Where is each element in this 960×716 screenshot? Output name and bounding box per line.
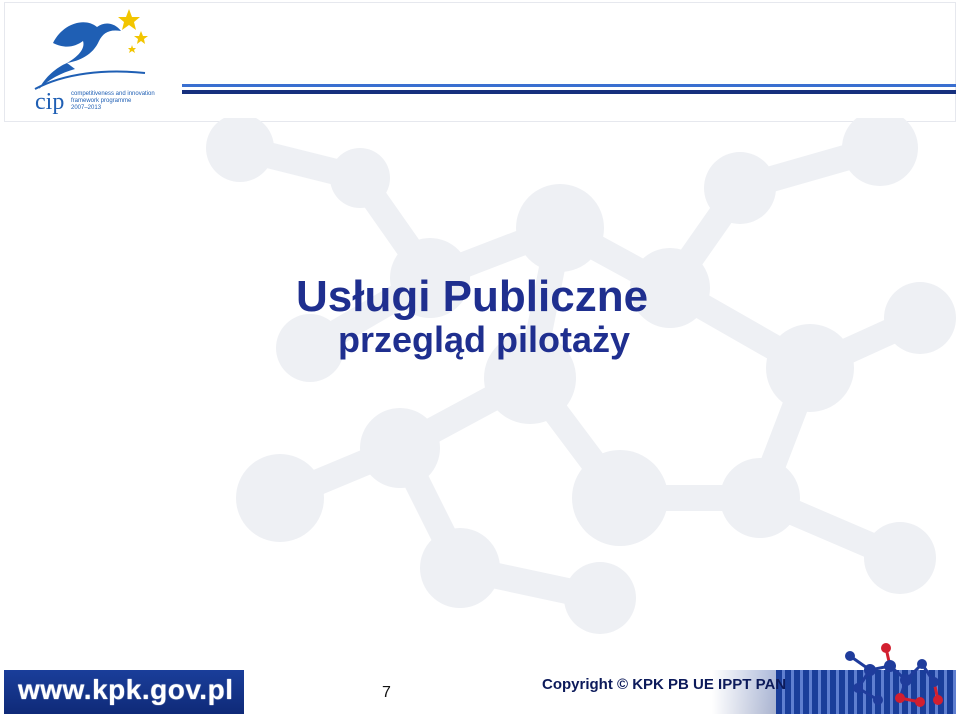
kpk-network-logo-icon <box>845 643 943 707</box>
header-lines <box>182 84 956 94</box>
slide-subtitle: przegląd pilotaży <box>338 319 631 360</box>
copyright-text: Copyright © KPK PB UE IPPT PAN <box>542 676 787 693</box>
slide-title: Usługi Publiczne <box>296 272 649 321</box>
cip-logo-icon: cip competitiveness and innovation frame… <box>34 9 155 115</box>
page-number: 7 <box>382 684 391 701</box>
cip-wordmark: cip <box>35 89 64 115</box>
svg-text:competitiveness and innovation: competitiveness and innovation <box>71 91 155 97</box>
svg-text:2007–2013: 2007–2013 <box>71 105 102 111</box>
svg-text:framework programme: framework programme <box>71 98 132 104</box>
cip-logo: cip competitiveness and innovation frame… <box>5 3 181 121</box>
background-network-graphic <box>206 118 956 634</box>
slide: cip competitiveness and innovation frame… <box>0 0 960 716</box>
site-url-link[interactable]: www.kpk.gov.pl <box>18 673 233 707</box>
